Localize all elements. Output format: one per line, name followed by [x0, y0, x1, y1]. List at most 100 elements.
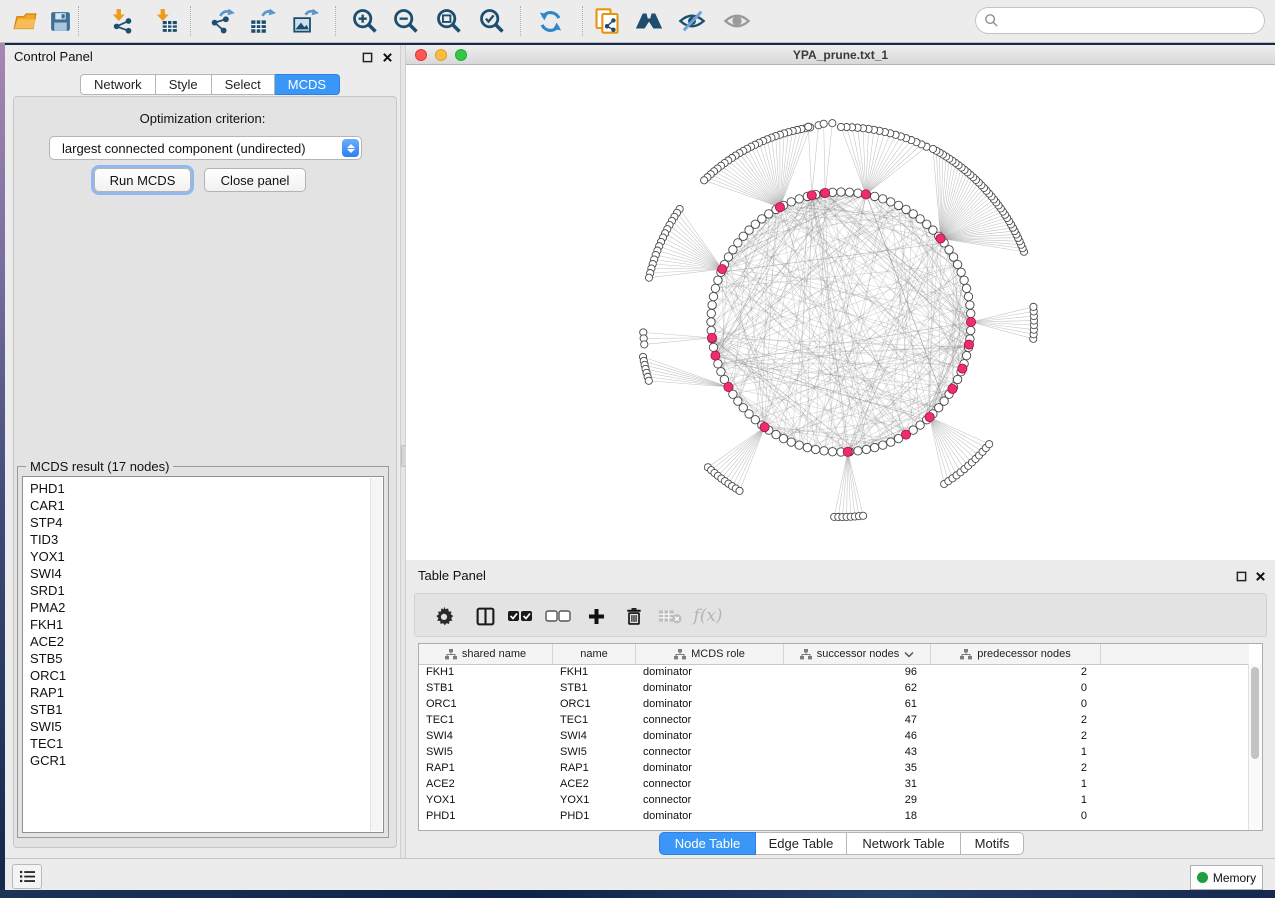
float-table-panel-icon[interactable] [1234, 569, 1248, 583]
network-hub-node[interactable] [724, 382, 733, 391]
network-node[interactable] [854, 447, 862, 455]
network-node[interactable] [779, 434, 787, 442]
network-node[interactable] [711, 284, 719, 292]
run-mcds-button[interactable]: Run MCDS [94, 168, 191, 192]
memory-button[interactable]: Memory [1190, 865, 1263, 890]
zoom-in-icon[interactable] [348, 4, 382, 38]
tab-style[interactable]: Style [156, 74, 212, 95]
table-scrollbar-thumb[interactable] [1251, 667, 1259, 759]
network-node[interactable] [964, 292, 972, 300]
network-node[interactable] [803, 443, 811, 451]
network-hub-node[interactable] [948, 384, 957, 393]
zoom-out-icon[interactable] [389, 4, 423, 38]
network-leaf-node[interactable] [929, 145, 936, 152]
network-node[interactable] [962, 351, 970, 359]
tab-network[interactable]: Network [80, 74, 156, 95]
mcds-result-item[interactable]: TID3 [23, 531, 383, 548]
table-row[interactable]: RAP1RAP1dominator352 [419, 760, 1249, 776]
network-node[interactable] [887, 438, 895, 446]
network-node[interactable] [837, 188, 845, 196]
network-hub-node[interactable] [718, 265, 727, 274]
open-file-icon[interactable] [8, 4, 42, 38]
mcds-result-item[interactable]: PHD1 [23, 480, 383, 497]
network-node[interactable] [862, 445, 870, 453]
export-table-icon[interactable] [245, 4, 279, 38]
network-node[interactable] [967, 309, 975, 317]
network-hub-node[interactable] [843, 447, 852, 456]
network-hub-node[interactable] [966, 317, 975, 326]
table-row[interactable]: TEC1TEC1connector472 [419, 712, 1249, 728]
network-leaf-node[interactable] [701, 177, 708, 184]
mcds-result-item[interactable]: SWI4 [23, 565, 383, 582]
mcds-result-item[interactable]: CAR1 [23, 497, 383, 514]
mcds-result-item[interactable]: PMA2 [23, 599, 383, 616]
float-panel-icon[interactable] [360, 50, 374, 64]
network-node[interactable] [870, 443, 878, 451]
network-node[interactable] [953, 260, 961, 268]
column-header-successor-nodes[interactable]: successor nodes [784, 644, 931, 664]
mcds-result-item[interactable]: SWI5 [23, 718, 383, 735]
network-node[interactable] [902, 205, 910, 213]
network-node[interactable] [707, 318, 715, 326]
function-builder-icon[interactable]: f(x) [693, 601, 723, 631]
mcds-result-list[interactable]: PHD1 CAR1 STP4 TID3 YOX1 SWI4 SRD1 PMA2 … [22, 476, 384, 833]
network-hub-node[interactable] [760, 423, 769, 432]
deselect-all-columns-icon[interactable] [543, 601, 573, 631]
network-hub-node[interactable] [711, 351, 720, 360]
mcds-result-item[interactable]: TEC1 [23, 735, 383, 752]
network-node[interactable] [966, 301, 974, 309]
mcds-result-item[interactable]: YOX1 [23, 548, 383, 565]
mcds-result-item[interactable]: ACE2 [23, 633, 383, 650]
network-leaf-node[interactable] [641, 341, 648, 348]
network-node[interactable] [714, 360, 722, 368]
network-node[interactable] [795, 441, 803, 449]
export-network-icon[interactable] [205, 4, 239, 38]
tab-edge-table[interactable]: Edge Table [756, 832, 847, 855]
table-row[interactable]: STB1STB1dominator620 [419, 680, 1249, 696]
network-node[interactable] [709, 292, 717, 300]
network-node[interactable] [967, 326, 975, 334]
delete-column-icon[interactable] [619, 601, 649, 631]
network-node[interactable] [772, 430, 780, 438]
network-canvas[interactable] [406, 65, 1275, 559]
network-leaf-node[interactable] [645, 274, 652, 281]
network-node[interactable] [787, 198, 795, 206]
show-column-panel-icon[interactable] [470, 601, 500, 631]
network-leaf-node[interactable] [1030, 303, 1037, 310]
mcds-result-item[interactable]: STP4 [23, 514, 383, 531]
network-hub-node[interactable] [958, 364, 967, 373]
network-node[interactable] [887, 198, 895, 206]
network-hub-node[interactable] [936, 234, 945, 243]
create-column-icon[interactable] [581, 601, 611, 631]
table-row[interactable]: SWI4SWI4dominator462 [419, 728, 1249, 744]
network-node[interactable] [962, 284, 970, 292]
delete-table-icon[interactable] [655, 601, 685, 631]
show-all-icon[interactable] [720, 4, 754, 38]
table-scrollbar[interactable] [1248, 664, 1262, 830]
clone-network-icon[interactable] [590, 4, 624, 38]
network-leaf-node[interactable] [837, 123, 844, 130]
tab-select[interactable]: Select [212, 74, 275, 95]
search-input[interactable] [1004, 13, 1264, 29]
network-node[interactable] [894, 201, 902, 209]
column-header-shared-name[interactable]: shared name [419, 644, 553, 664]
mcds-list-scrollbar[interactable] [370, 478, 382, 831]
network-hub-node[interactable] [861, 190, 870, 199]
mcds-result-item[interactable]: GCR1 [23, 752, 383, 769]
network-leaf-node[interactable] [986, 441, 993, 448]
network-node[interactable] [870, 192, 878, 200]
close-table-panel-icon[interactable] [1253, 569, 1267, 583]
column-header-predecessor-nodes[interactable]: predecessor nodes [931, 644, 1101, 664]
mcds-result-item[interactable]: SRD1 [23, 582, 383, 599]
show-log-button[interactable] [12, 864, 42, 889]
export-image-icon[interactable] [288, 4, 322, 38]
network-node[interactable] [717, 368, 725, 376]
refresh-icon[interactable] [533, 4, 567, 38]
column-header-mcds-role[interactable]: MCDS role [636, 644, 784, 664]
network-hub-node[interactable] [964, 340, 973, 349]
zoom-selected-icon[interactable] [475, 4, 509, 38]
tab-network-table[interactable]: Network Table [847, 832, 961, 855]
network-node[interactable] [795, 195, 803, 203]
network-hub-node[interactable] [901, 430, 910, 439]
table-row[interactable]: ORC1ORC1dominator610 [419, 696, 1249, 712]
